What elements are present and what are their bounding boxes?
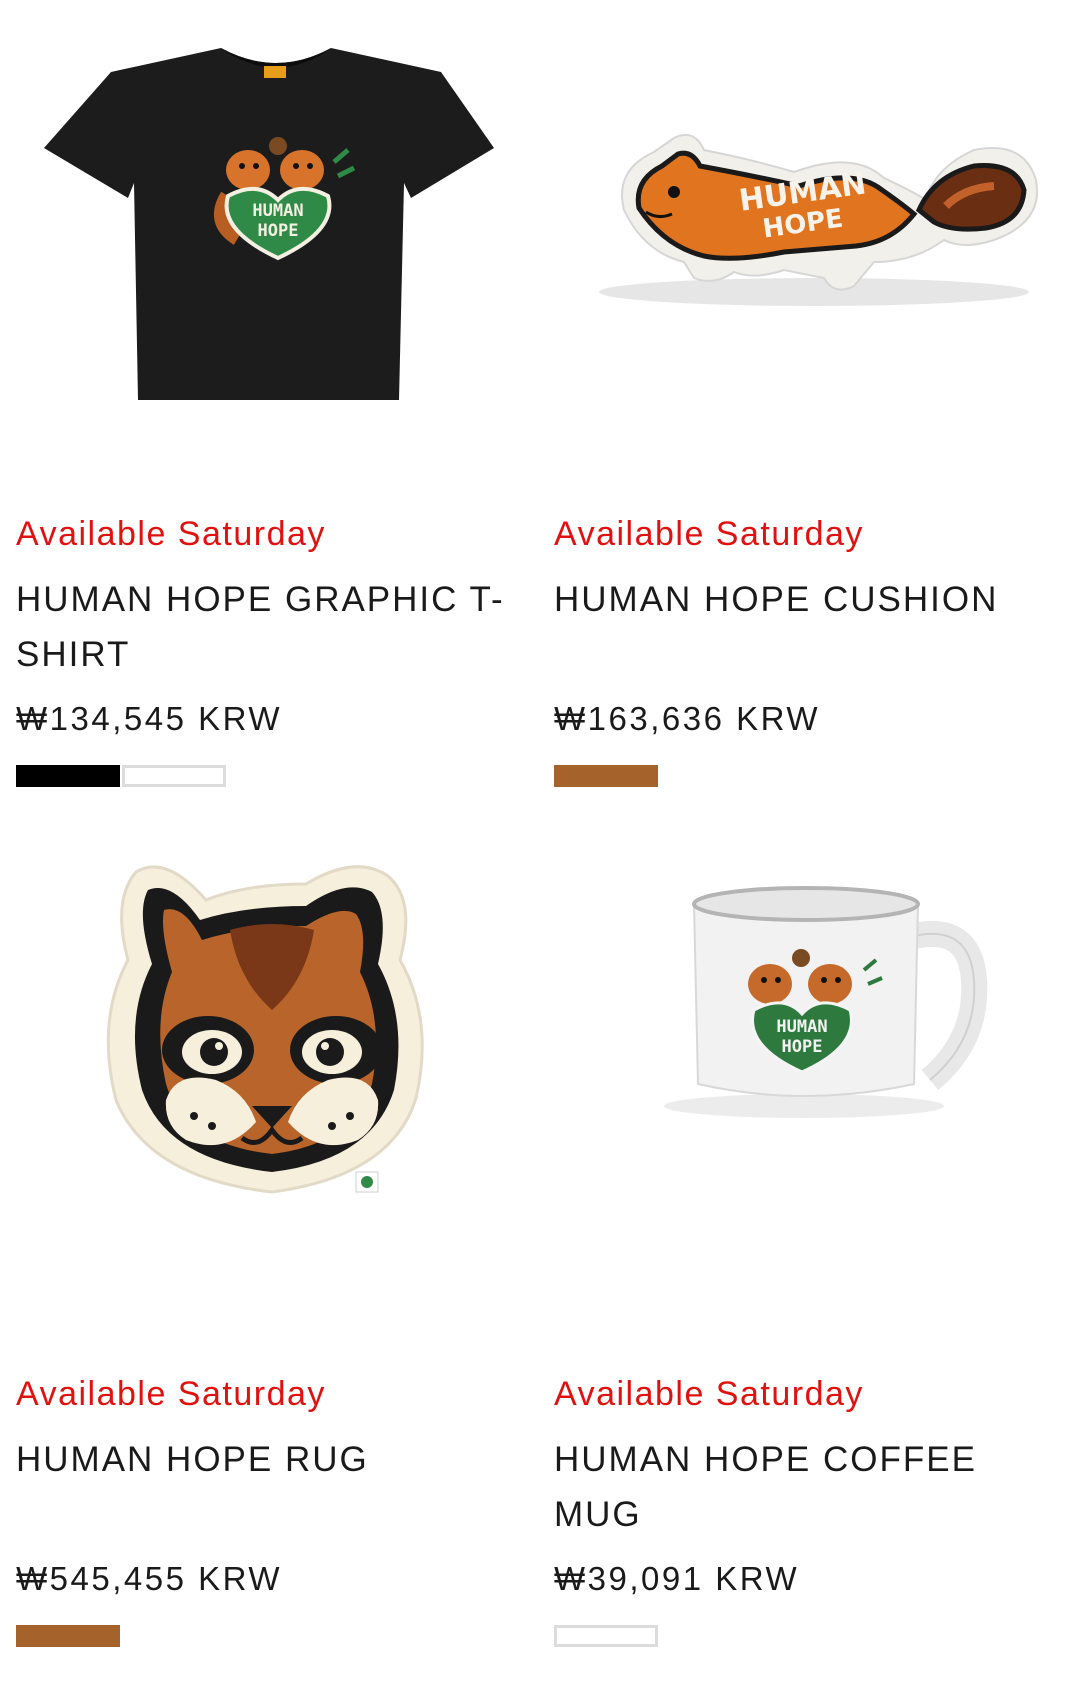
product-price: ₩545,455 KRW	[16, 1560, 282, 1597]
product-image-mug[interactable]: HUMAN HOPE	[554, 860, 1074, 1340]
svg-text:HUMAN: HUMAN	[252, 201, 303, 221]
svg-text:HOPE: HOPE	[782, 1037, 823, 1057]
svg-text:HUMAN: HUMAN	[776, 1017, 827, 1037]
availability-label: Available Saturday	[554, 515, 864, 553]
squirrel-cushion-image: HUMAN HOPE	[599, 134, 1039, 306]
color-swatches	[16, 1625, 120, 1647]
squirrel-face-rug-image	[106, 865, 424, 1194]
product-image-tshirt[interactable]: HUMAN HOPE	[16, 0, 536, 480]
swatch-white[interactable]	[554, 1625, 658, 1647]
color-swatches	[554, 1625, 658, 1647]
product-image-rug[interactable]	[16, 860, 536, 1340]
black-graphic-tshirt-image: HUMAN HOPE	[44, 48, 494, 400]
product-title-line-1: HUMAN HOPE GRAPHIC T-	[16, 580, 505, 619]
swatch-black[interactable]	[16, 765, 120, 787]
color-swatches	[16, 765, 226, 787]
product-image-cushion[interactable]: HUMAN HOPE	[554, 0, 1074, 480]
product-title-line-2: SHIRT	[16, 635, 131, 674]
product-title[interactable]: HUMAN HOPE GRAPHIC T- SHIRT	[16, 572, 516, 682]
availability-label: Available Saturday	[16, 1375, 326, 1413]
product-title[interactable]: HUMAN HOPE RUG	[16, 1432, 516, 1487]
product-price: ₩39,091 KRW	[554, 1560, 800, 1597]
availability-label: Available Saturday	[554, 1375, 864, 1413]
svg-text:HOPE: HOPE	[258, 221, 299, 241]
swatch-brown[interactable]	[16, 1625, 120, 1647]
product-title[interactable]: HUMAN HOPE CUSHION	[554, 572, 1054, 627]
product-grid: HUMAN HOPE Available Saturday HUMAN HOPE…	[0, 0, 1078, 1699]
product-price: ₩134,545 KRW	[16, 700, 282, 737]
swatch-brown[interactable]	[554, 765, 658, 787]
product-price: ₩163,636 KRW	[554, 700, 820, 737]
color-swatches	[554, 765, 658, 787]
swatch-white[interactable]	[122, 765, 226, 787]
coffee-mug-image: HUMAN HOPE	[664, 886, 988, 1118]
product-title[interactable]: HUMAN HOPE COFFEE MUG	[554, 1432, 1054, 1542]
availability-label: Available Saturday	[16, 515, 326, 553]
